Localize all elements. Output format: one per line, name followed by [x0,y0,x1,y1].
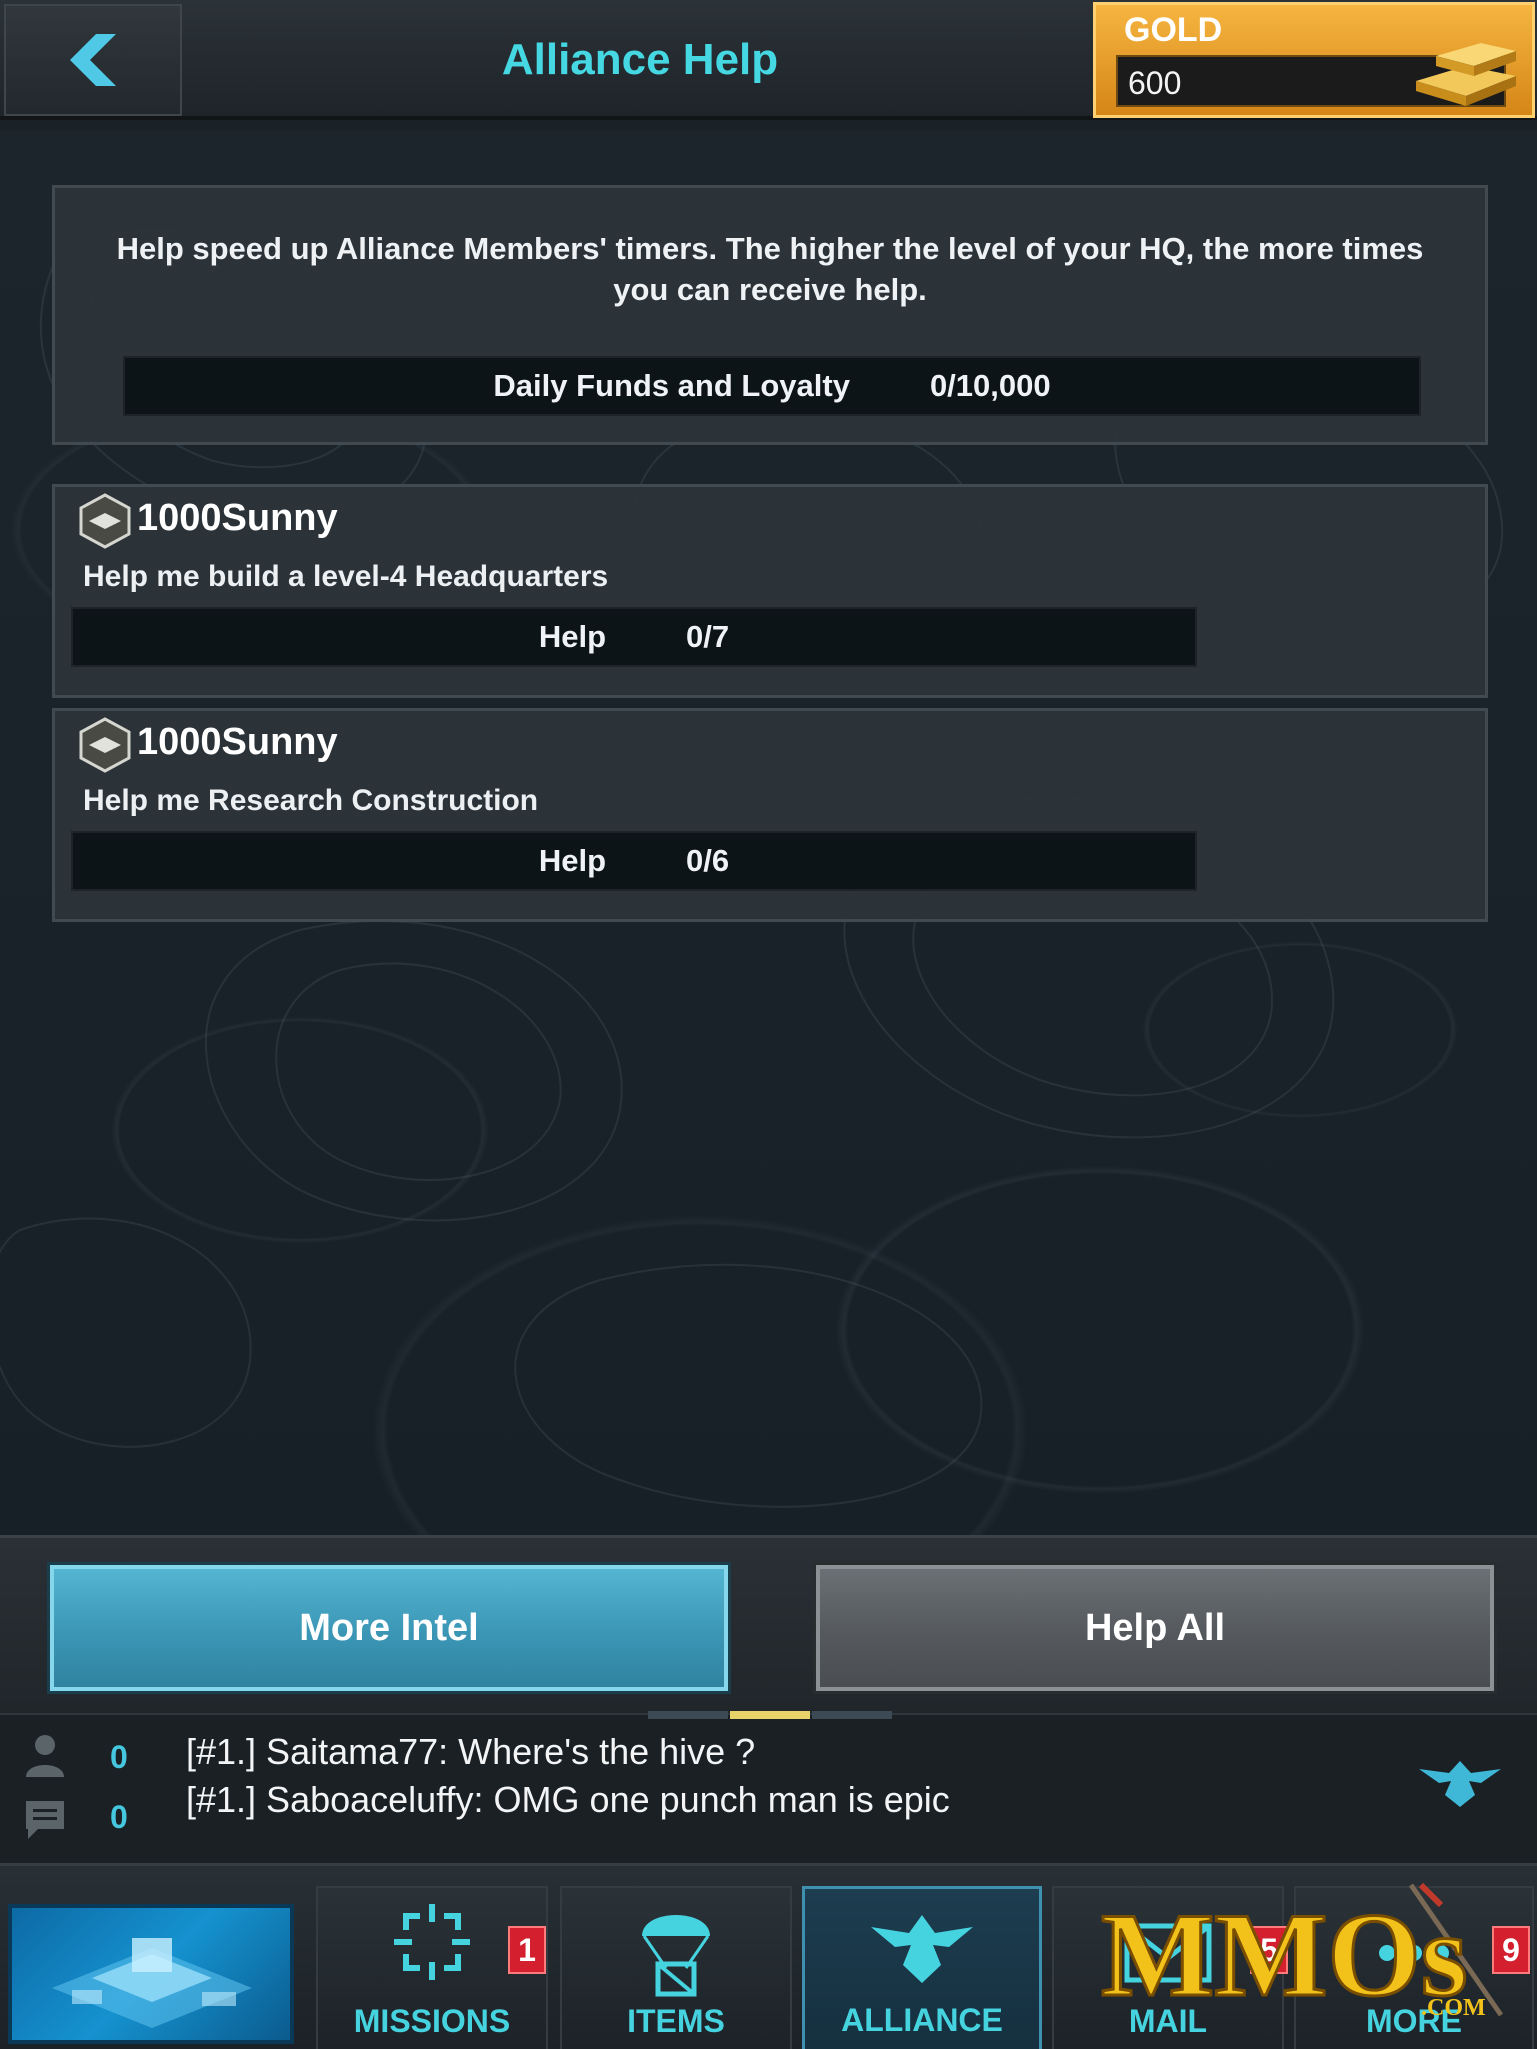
missions-badge: 1 [508,1926,546,1974]
nav-missions[interactable]: 1 MISSIONS [316,1886,548,2049]
mmos-watermark-logo: MMOs .COM [1100,1882,1504,2023]
help-count: 0/6 [686,843,730,878]
help-button[interactable]: Help 0/7 [71,607,1197,667]
page-indicator-right [812,1711,892,1719]
help-description: Help speed up Alliance Members' timers. … [116,231,1424,307]
top-bar: Alliance Help GOLD 600 [0,0,1537,120]
help-button[interactable]: Help 0/6 [71,831,1197,891]
help-label: Help [538,843,607,878]
watermark-suffix: .COM [1421,1995,1486,2021]
help-count: 0/7 [686,619,730,654]
headquarters-button[interactable] [8,1904,294,2044]
help-all-button[interactable]: Help All [816,1565,1494,1691]
eagle-icon [871,1915,973,1983]
headquarters-icon [52,1938,252,2028]
more-intel-button[interactable]: More Intel [50,1565,728,1691]
help-label: Help [538,619,607,654]
page-title: Alliance Help [501,35,779,84]
page-indicator-left [648,1711,728,1719]
back-button[interactable] [4,4,182,116]
nav-label: ALLIANCE [841,2002,1003,2038]
alliance-help-info-panel: Help speed up Alliance Members' timers. … [52,185,1488,445]
back-arrow-icon [70,34,116,86]
watermark-text: MMOs [1101,1888,1468,2021]
gold-value: 600 [1128,65,1182,101]
chat-preview[interactable]: 0 0 [#1.] Saitama77: Where's the hive ? … [0,1711,1537,1863]
request-description: Help me build a level-4 Headquarters [83,560,609,593]
crosshair-icon [394,1904,470,1980]
message-icon [26,1801,64,1839]
nav-alliance[interactable]: ALLIANCE [802,1886,1042,2049]
help-request-card: 1000Sunny Help me Research Construction … [52,708,1488,922]
player-icon [26,1735,64,1777]
help-request-card: 1000Sunny Help me build a level-4 Headqu… [52,484,1488,698]
nav-label: ITEMS [627,2003,725,2039]
request-description: Help me Research Construction [83,784,539,817]
request-player-name: 1000Sunny [137,497,338,539]
daily-funds-value: 0/10,000 [929,368,1051,403]
alliance-chat-eagle-icon[interactable] [1415,1751,1505,1811]
player-count: 0 [110,1739,128,1775]
gold-label: GOLD [1124,11,1223,49]
message-count: 0 [110,1799,128,1835]
chat-message: [#1.] Saboaceluffy: OMG one punch man is… [186,1779,950,1820]
request-player-name: 1000Sunny [137,721,338,763]
daily-funds-label: Daily Funds and Loyalty [493,368,850,403]
rank-badge-icon [79,493,131,549]
gold-bars-icon [1416,43,1516,106]
nav-label: MISSIONS [353,2003,511,2039]
chat-message: [#1.] Saitama77: Where's the hive ? [186,1731,756,1772]
parachute-crate-icon [642,1915,710,1997]
nav-items[interactable]: ITEMS [560,1886,792,2049]
daily-funds-bar: Daily Funds and Loyalty 0/10,000 [123,356,1421,416]
page-indicator-active [730,1711,810,1719]
gold-balance[interactable]: GOLD 600 [1093,2,1535,118]
rank-badge-icon [79,717,131,773]
